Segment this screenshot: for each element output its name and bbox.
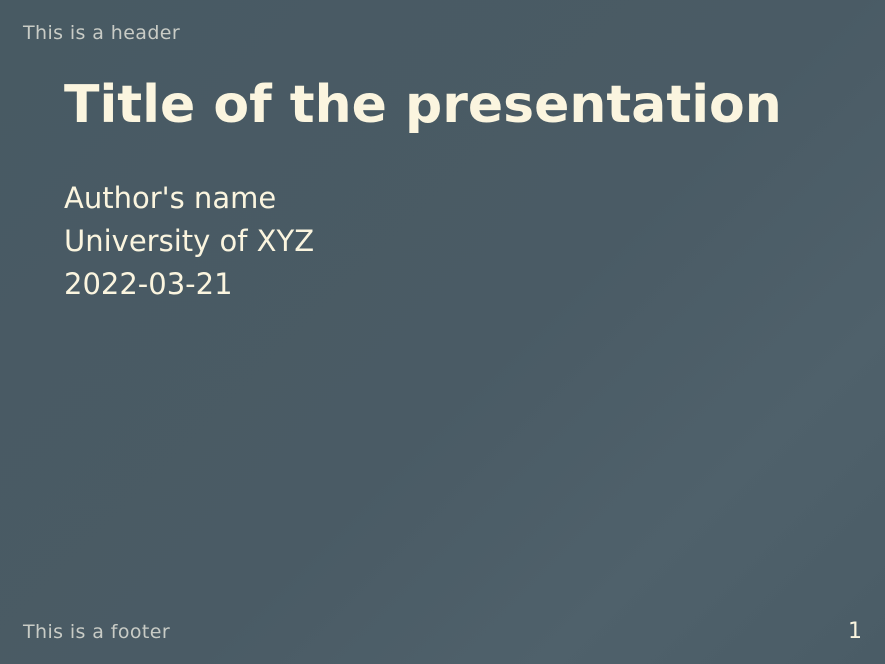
author-name: Author's name [64, 181, 277, 215]
slide-header: This is a header [23, 22, 181, 44]
title-meta: Author's name University of XYZ 2022-03-… [64, 177, 314, 306]
slide-footer: This is a footer [23, 621, 171, 643]
slide-title: Title of the presentation [64, 75, 782, 135]
page-number: 1 [848, 619, 862, 644]
institution: University of XYZ [64, 224, 315, 258]
slide: This is a header Title of the presentati… [0, 0, 885, 664]
presentation-date: 2022-03-21 [64, 267, 233, 301]
